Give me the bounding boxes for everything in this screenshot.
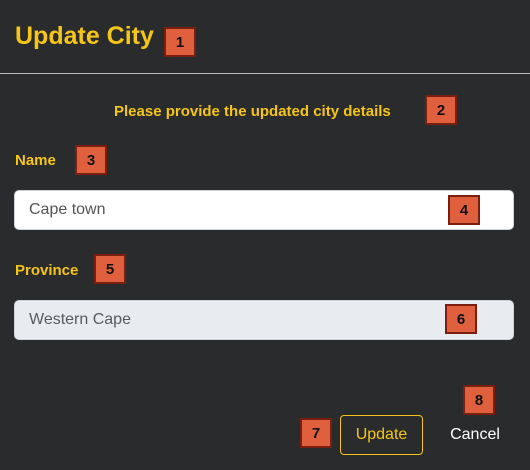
province-input[interactable] (14, 300, 514, 340)
dialog-subtitle: Please provide the updated city details (114, 103, 391, 120)
annotation-badge: 5 (94, 254, 126, 284)
province-label: Province (15, 262, 79, 279)
name-label: Name (15, 152, 56, 169)
name-input[interactable] (14, 190, 514, 230)
update-button[interactable]: Update (340, 415, 423, 455)
header-divider (0, 73, 530, 74)
annotation-badge: 2 (425, 95, 457, 125)
annotation-badge: 7 (300, 418, 332, 448)
annotation-badge: 1 (164, 27, 196, 57)
annotation-badge: 8 (463, 385, 495, 415)
annotation-badge: 3 (75, 145, 107, 175)
dialog-title: Update City (15, 22, 154, 50)
annotation-badge: 6 (445, 304, 477, 334)
cancel-button[interactable]: Cancel (440, 415, 510, 455)
annotation-badge: 4 (448, 195, 480, 225)
